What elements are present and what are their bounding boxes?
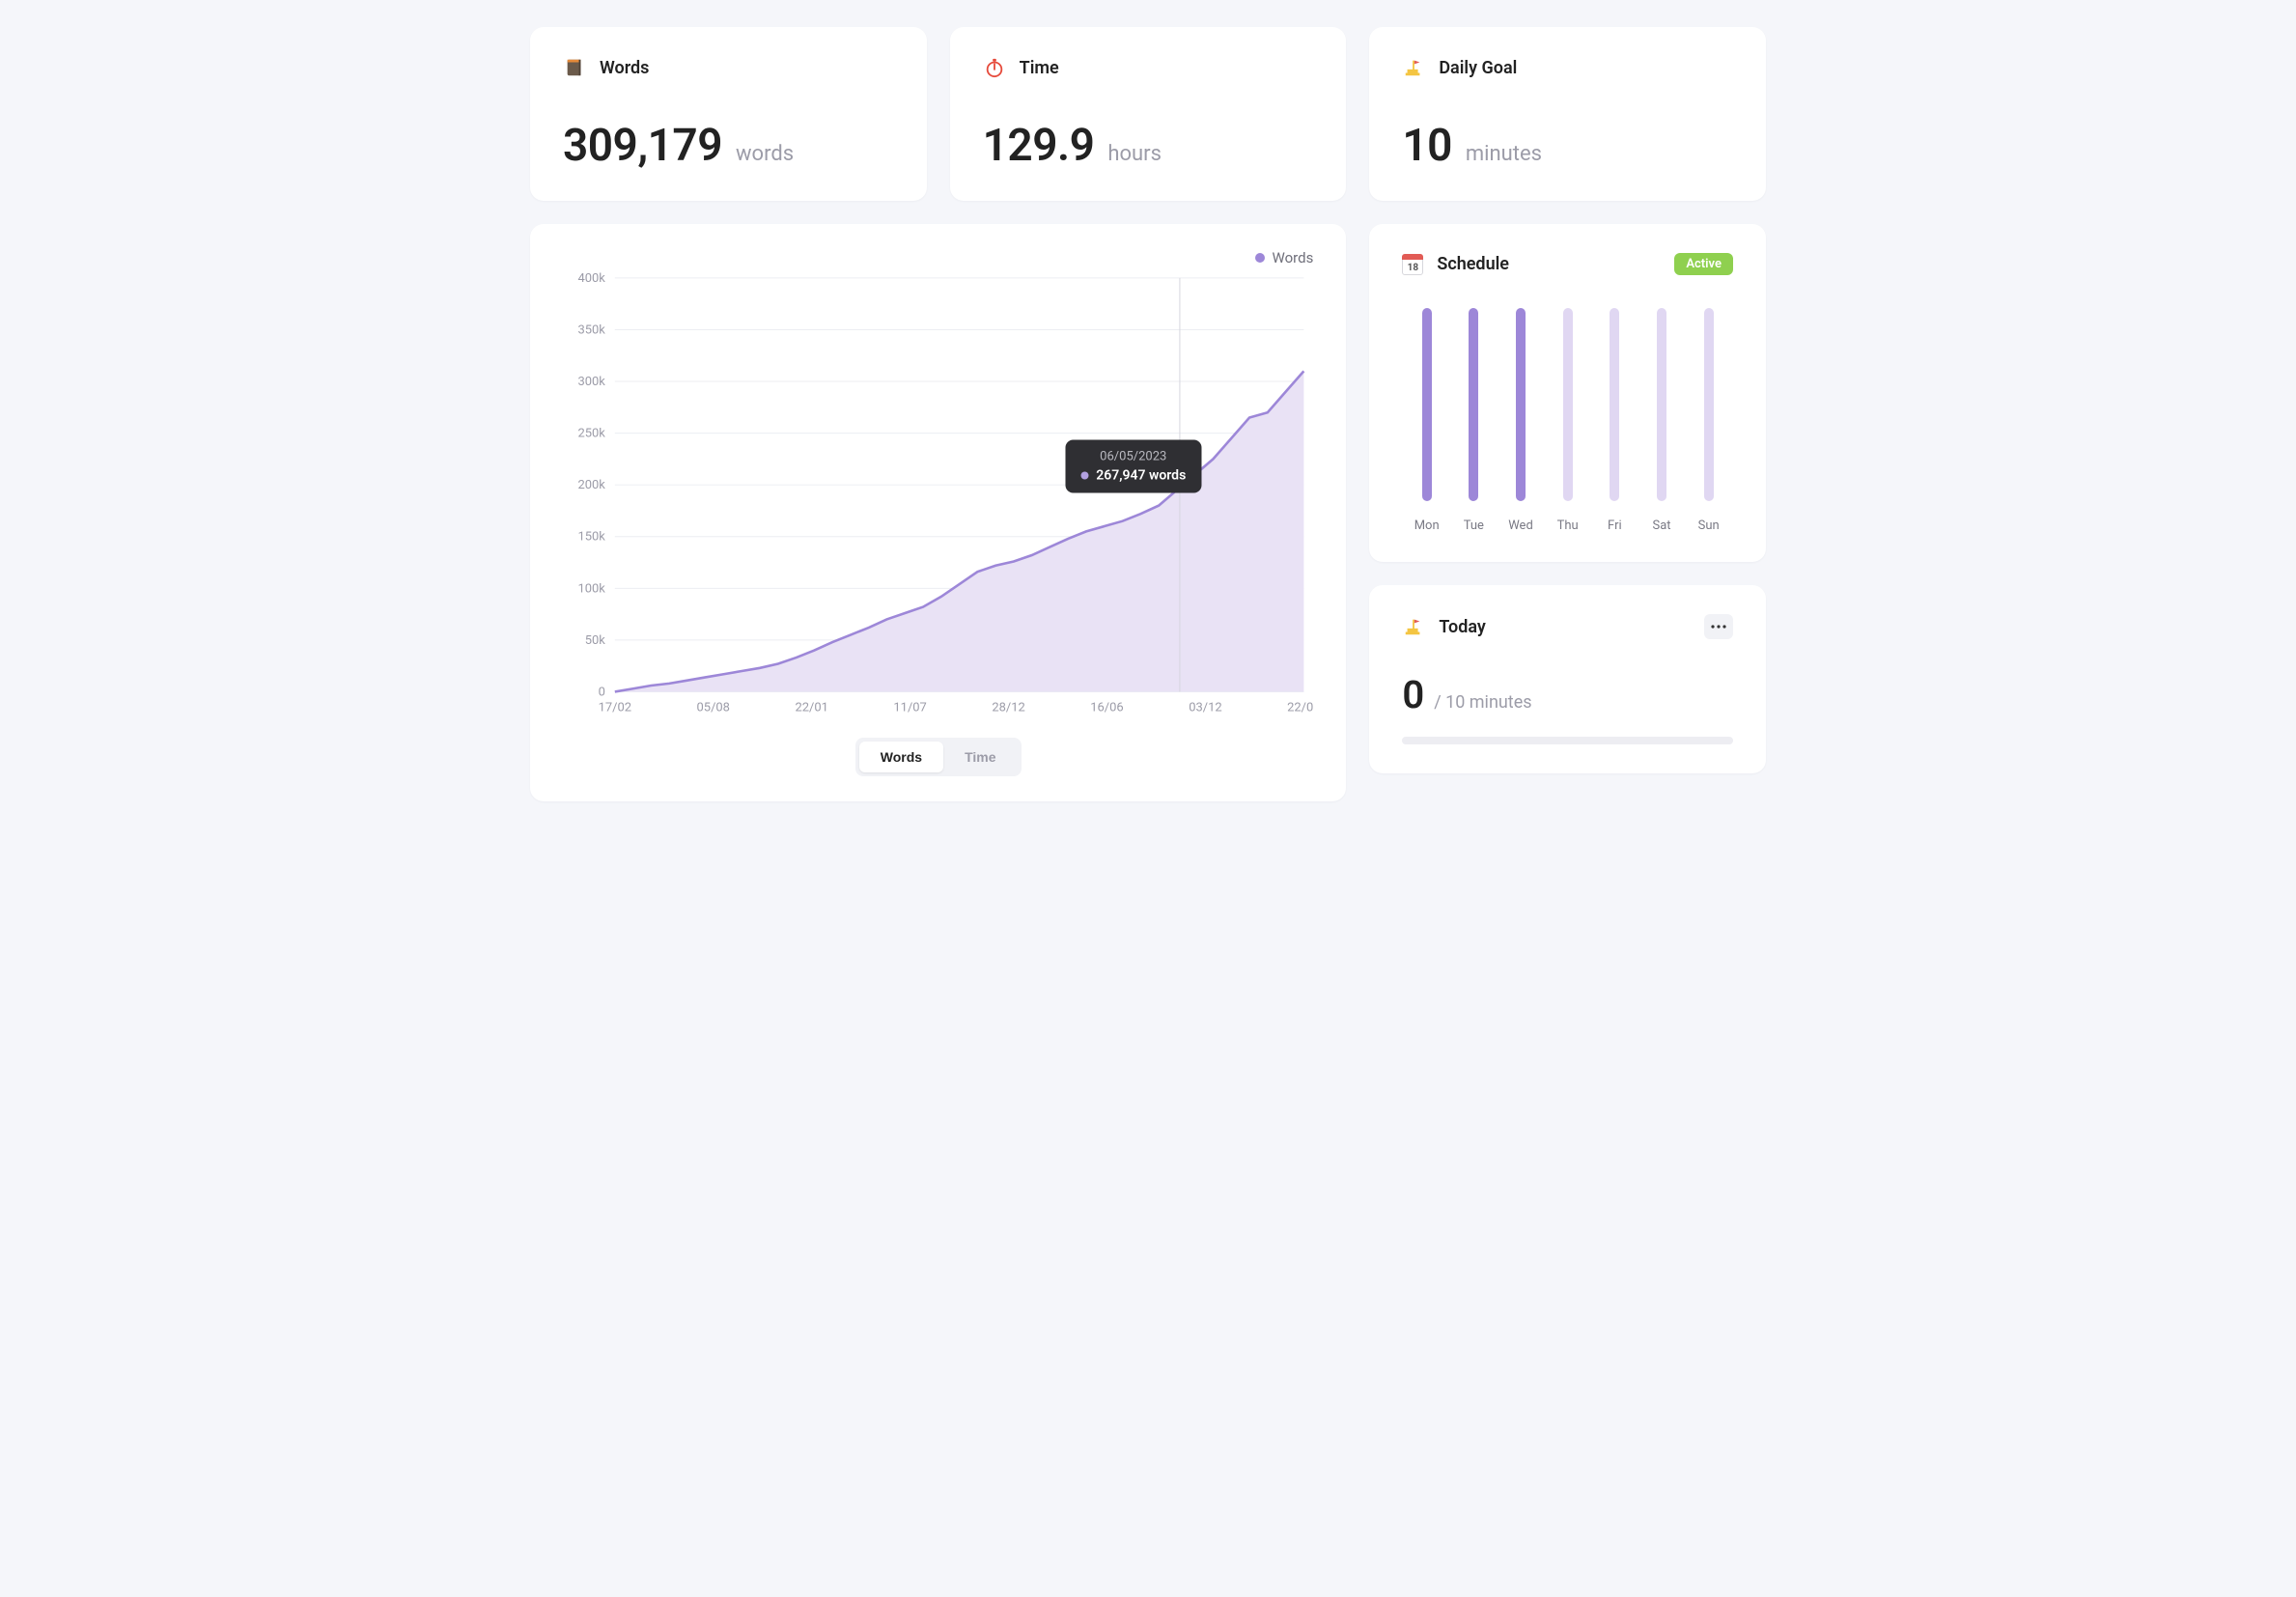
daily-goal-title: Daily Goal <box>1439 58 1517 78</box>
schedule-day[interactable]: Sun <box>1690 308 1727 533</box>
chart-area[interactable]: Words 050k100k150k200k250k300k350k400k17… <box>563 259 1313 720</box>
notebook-icon <box>563 56 586 79</box>
schedule-day[interactable]: Tue <box>1455 308 1493 533</box>
schedule-day-label: Tue <box>1464 518 1484 533</box>
time-unit: hours <box>1107 142 1162 166</box>
calendar-icon: 18 <box>1402 254 1423 275</box>
today-more-button[interactable] <box>1704 614 1733 639</box>
daily-goal-stat-card: Daily Goal 10 minutes <box>1369 27 1766 201</box>
schedule-card: 18 Schedule Active Mon Tue Wed Thu Fri Sat Sun <box>1369 224 1766 562</box>
schedule-day-label: Thu <box>1557 518 1579 533</box>
today-card: Today 0 / 10 minutes <box>1369 585 1766 773</box>
time-stat-card: Time 129.9 hours <box>950 27 1347 201</box>
svg-text:22/01: 22/01 <box>795 700 827 714</box>
schedule-day-label: Mon <box>1414 518 1440 533</box>
schedule-day-bar <box>1563 308 1573 501</box>
svg-text:0: 0 <box>599 685 605 699</box>
words-value: 309,179 <box>563 120 722 172</box>
schedule-day-bar <box>1704 308 1714 501</box>
schedule-day-bar <box>1469 308 1478 501</box>
svg-text:17/02: 17/02 <box>599 700 631 714</box>
today-progress-bar <box>1402 737 1733 744</box>
schedule-day-label: Sat <box>1653 518 1671 533</box>
words-unit: words <box>736 142 794 166</box>
schedule-day-bar <box>1657 308 1666 501</box>
schedule-day[interactable]: Wed <box>1502 308 1540 533</box>
goal-flag-icon <box>1402 615 1425 638</box>
schedule-day[interactable]: Sat <box>1643 308 1681 533</box>
tab-words[interactable]: Words <box>859 742 943 772</box>
svg-text:150k: 150k <box>577 530 605 545</box>
schedule-title: Schedule <box>1437 254 1509 274</box>
svg-text:28/12: 28/12 <box>992 700 1024 714</box>
schedule-day-label: Sun <box>1698 518 1720 533</box>
svg-text:50k: 50k <box>585 633 606 648</box>
svg-text:03/12: 03/12 <box>1189 700 1221 714</box>
words-area-chart[interactable]: 0 50k 100k 150k 200k 250k 300k 350k 400k 17/02 05/… <box>563 259 1313 720</box>
time-value: 129.9 <box>983 120 1095 172</box>
svg-text:250k: 250k <box>577 427 605 441</box>
schedule-day-bar <box>1516 308 1526 501</box>
today-goal-text: / 10 minutes <box>1434 692 1531 713</box>
svg-text:300k: 300k <box>577 375 605 389</box>
schedule-day[interactable]: Thu <box>1549 308 1586 533</box>
schedule-day[interactable]: Fri <box>1596 308 1634 533</box>
svg-text:16/06: 16/06 <box>1090 700 1123 714</box>
words-title: Words <box>600 58 649 78</box>
svg-text:11/07: 11/07 <box>893 700 926 714</box>
svg-text:400k: 400k <box>577 271 605 286</box>
chart-legend: Words <box>1255 249 1314 266</box>
calendar-day-number: 18 <box>1408 263 1418 273</box>
svg-text:100k: 100k <box>577 581 605 596</box>
schedule-days: Mon Tue Wed Thu Fri Sat Sun <box>1402 308 1733 533</box>
chart-metric-toggle: Words Time <box>563 738 1313 776</box>
svg-text:200k: 200k <box>577 478 605 492</box>
words-chart-card: Words 0 50k 100k 150k 200k 250k 300k 350k 400k 17… <box>530 224 1346 801</box>
schedule-day-bar <box>1422 308 1432 501</box>
tab-time[interactable]: Time <box>943 742 1017 772</box>
schedule-day-label: Wed <box>1508 518 1533 533</box>
more-icon <box>1711 625 1726 629</box>
svg-text:350k: 350k <box>577 322 605 337</box>
schedule-day-label: Fri <box>1608 518 1622 533</box>
schedule-day[interactable]: Mon <box>1408 308 1445 533</box>
svg-text:22/05: 22/05 <box>1287 700 1313 714</box>
today-title: Today <box>1439 617 1486 637</box>
daily-goal-value: 10 <box>1402 120 1452 172</box>
legend-label: Words <box>1273 249 1314 266</box>
time-title: Time <box>1020 58 1059 78</box>
schedule-day-bar <box>1610 308 1619 501</box>
daily-goal-unit: minutes <box>1466 142 1542 166</box>
words-stat-card: Words 309,179 words <box>530 27 927 201</box>
schedule-status-badge: Active <box>1674 253 1733 275</box>
today-value: 0 <box>1402 672 1424 717</box>
legend-dot-icon <box>1255 253 1265 263</box>
stopwatch-icon <box>983 56 1006 79</box>
goal-flag-icon <box>1402 56 1425 79</box>
svg-text:05/08: 05/08 <box>697 700 730 714</box>
